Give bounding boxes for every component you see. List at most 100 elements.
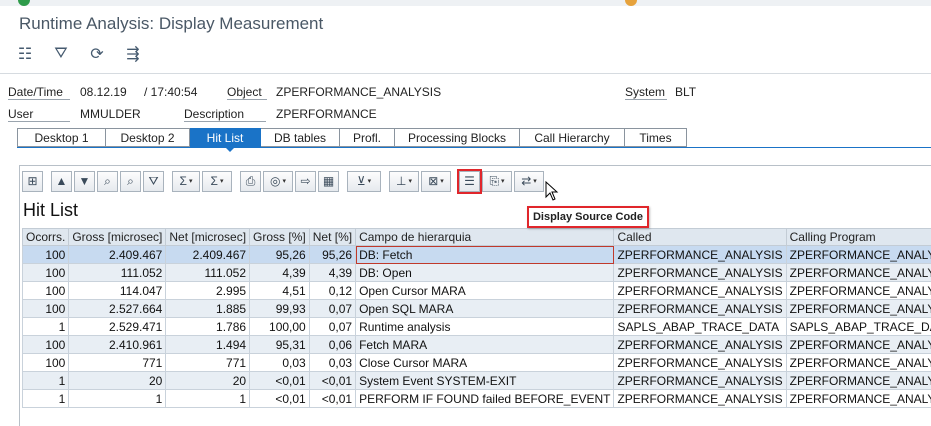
find-icon[interactable]: ⌕: [97, 170, 118, 192]
grid-options-icon[interactable]: ⊠ ▾: [421, 170, 451, 192]
table-row[interactable]: 1 1 1 <0,01 <0,01 PERFORM IF FOUND failed BEF…: [21, 389, 931, 408]
compare-icon[interactable]: ⎘ ▾: [482, 170, 512, 192]
table-row[interactable]: 100 2.409.467 2.409.467 95,26 95,26 DB: Fetch…: [21, 245, 931, 264]
table-cell[interactable]: 111.052: [68, 263, 167, 282]
table-cell[interactable]: <0,01: [308, 389, 357, 408]
table-cell[interactable]: 100: [21, 353, 70, 372]
layout-icon[interactable]: ▦: [318, 170, 339, 192]
table-cell[interactable]: ZPERFORMANCE_ANALYSIS: [613, 335, 787, 354]
table-cell[interactable]: 1: [68, 389, 167, 408]
table-row[interactable]: 1 2.529.471 1.786 100,00 0,07 Runtime analysi…: [21, 317, 931, 336]
table-cell[interactable]: ZPERFORMANCE_ANALYSIS: [613, 371, 787, 390]
hierarchy-icon[interactable]: ⊥ ▾: [389, 170, 419, 192]
tab-profl[interactable]: Profl.: [340, 128, 395, 147]
table-row[interactable]: 100 771 771 0,03 0,03 Close Cursor MARA ZPERFO…: [21, 353, 931, 372]
table-cell[interactable]: Open Cursor MARA: [355, 281, 615, 300]
table-cell[interactable]: 2.995: [165, 281, 251, 300]
table-cell[interactable]: 100: [21, 263, 70, 282]
table-cell[interactable]: 771: [165, 353, 251, 372]
table-cell[interactable]: 1.786: [165, 317, 251, 336]
table-cell[interactable]: 0,06: [308, 335, 357, 354]
table-cell[interactable]: 114.047: [68, 281, 167, 300]
table-cell[interactable]: System Event SYSTEM-EXIT: [355, 371, 615, 390]
table-cell[interactable]: 111.052: [165, 263, 251, 282]
column-header-gross-percent[interactable]: Gross [%]: [249, 228, 310, 246]
table-cell[interactable]: PERFORM IF FOUND failed BEFORE_EVENT: [355, 389, 615, 408]
table-cell[interactable]: 0,12: [308, 281, 357, 300]
table-cell[interactable]: ZPERFORMANCE_ANALYSIS: [785, 335, 931, 354]
table-cell[interactable]: 0,07: [308, 299, 357, 318]
settings-list-icon[interactable]: ☷: [14, 43, 36, 65]
table-cell[interactable]: 2.409.467: [68, 245, 167, 264]
sum-icon[interactable]: Σ ▾: [172, 170, 200, 192]
column-header-calling-program[interactable]: Calling Program: [785, 228, 931, 246]
table-cell[interactable]: ZPERFORMANCE_ANALYSIS: [785, 371, 931, 390]
table-cell[interactable]: <0,01: [308, 371, 357, 390]
table-cell[interactable]: 1.885: [165, 299, 251, 318]
table-cell[interactable]: 2.529.471: [68, 317, 167, 336]
table-cell[interactable]: 2.527.664: [68, 299, 167, 318]
table-cell[interactable]: ZPERFORMANCE_ANALYSIS: [785, 245, 931, 264]
column-header-gross-microsec[interactable]: Gross [microsec]: [68, 228, 167, 246]
table-cell[interactable]: ZPERFORMANCE_ANALYSIS: [785, 263, 931, 282]
column-header-called[interactable]: Called: [613, 228, 787, 246]
table-cell[interactable]: 100: [21, 299, 70, 318]
table-cell[interactable]: ZPERFORMANCE_ANALYSIS: [785, 353, 931, 372]
table-cell[interactable]: 99,93: [249, 299, 310, 318]
split-icon[interactable]: ⇶: [122, 43, 144, 65]
tab-hit-list[interactable]: Hit List: [190, 128, 261, 147]
filter-icon[interactable]: ⛛: [143, 170, 164, 192]
table-row[interactable]: 100 2.527.664 1.885 99,93 0,07 Open SQL MARA Z…: [21, 299, 931, 318]
table-cell[interactable]: 0,07: [308, 317, 357, 336]
table-cell[interactable]: DB: Open: [355, 263, 615, 282]
table-cell[interactable]: ZPERFORMANCE_ANALYSIS: [785, 281, 931, 300]
table-cell[interactable]: ZPERFORMANCE_ANALYSIS: [613, 299, 787, 318]
table-cell[interactable]: 1: [165, 389, 251, 408]
display-source-code-icon[interactable]: ☰: [457, 168, 482, 194]
table-cell[interactable]: SAPLS_ABAP_TRACE_DATA: [613, 317, 787, 336]
go-to-icon[interactable]: ⇄ ▾: [514, 170, 544, 192]
subtotal-icon[interactable]: Σ ▾: [202, 170, 232, 192]
column-header-net-percent[interactable]: Net [%]: [308, 228, 357, 246]
column-header-campo-de-hierarquia[interactable]: Campo de hierarquia: [355, 228, 615, 246]
table-row[interactable]: 100 2.410.961 1.494 95,31 0,06 Fetch MARA ZPER…: [21, 335, 931, 354]
find-next-icon[interactable]: ⌕: [120, 170, 141, 192]
collapse-icon[interactable]: ⊻ ▾: [347, 170, 381, 192]
table-cell[interactable]: 100: [21, 281, 70, 300]
sort-ascending-icon[interactable]: ▲: [51, 170, 72, 192]
table-cell[interactable]: Runtime analysis: [355, 317, 615, 336]
column-header-net-microsec[interactable]: Net [microsec]: [165, 228, 251, 246]
table-cell[interactable]: 100: [21, 335, 70, 354]
table-cell[interactable]: ZPERFORMANCE_ANALYSIS: [613, 281, 787, 300]
table-cell[interactable]: ZPERFORMANCE_ANALYSIS: [613, 353, 787, 372]
table-cell[interactable]: 95,31: [249, 335, 310, 354]
print-icon[interactable]: ⎙: [240, 170, 261, 192]
table-cell[interactable]: Open SQL MARA: [355, 299, 615, 318]
table-cell[interactable]: 1.494: [165, 335, 251, 354]
table-row[interactable]: 100 111.052 111.052 4,39 4,39 DB: Open ZPERFOR…: [21, 263, 931, 282]
tab-desktop-2[interactable]: Desktop 2: [106, 128, 190, 147]
table-cell[interactable]: 2.409.467: [165, 245, 251, 264]
tab-call-hierarchy[interactable]: Call Hierarchy: [520, 128, 625, 147]
refresh-icon[interactable]: ⟳: [86, 43, 108, 65]
table-cell[interactable]: 100,00: [249, 317, 310, 336]
table-cell[interactable]: 0,03: [308, 353, 357, 372]
table-cell[interactable]: 20: [68, 371, 167, 390]
table-cell[interactable]: ZPERFORMANCE_ANALYSIS: [785, 389, 931, 408]
table-cell[interactable]: Fetch MARA: [355, 335, 615, 354]
table-cell[interactable]: Close Cursor MARA: [355, 353, 615, 372]
export-icon[interactable]: ⇨: [295, 170, 316, 192]
sort-descending-icon[interactable]: ▼: [74, 170, 95, 192]
table-cell[interactable]: DB: Fetch: [355, 245, 615, 264]
table-cell[interactable]: 0,03: [249, 353, 310, 372]
table-cell[interactable]: 1: [21, 317, 70, 336]
details-icon[interactable]: ⊞: [22, 170, 43, 192]
table-cell[interactable]: 2.410.961: [68, 335, 167, 354]
table-cell[interactable]: 4,39: [308, 263, 357, 282]
table-cell[interactable]: ZPERFORMANCE_ANALYSIS: [613, 263, 787, 282]
table-cell[interactable]: 1: [21, 389, 70, 408]
table-cell[interactable]: ZPERFORMANCE_ANALYSIS: [613, 389, 787, 408]
tab-times[interactable]: Times: [625, 128, 687, 147]
table-cell[interactable]: 1: [21, 371, 70, 390]
table-row[interactable]: 1 20 20 <0,01 <0,01 System Event SYSTEM-EXIT Z…: [21, 371, 931, 390]
